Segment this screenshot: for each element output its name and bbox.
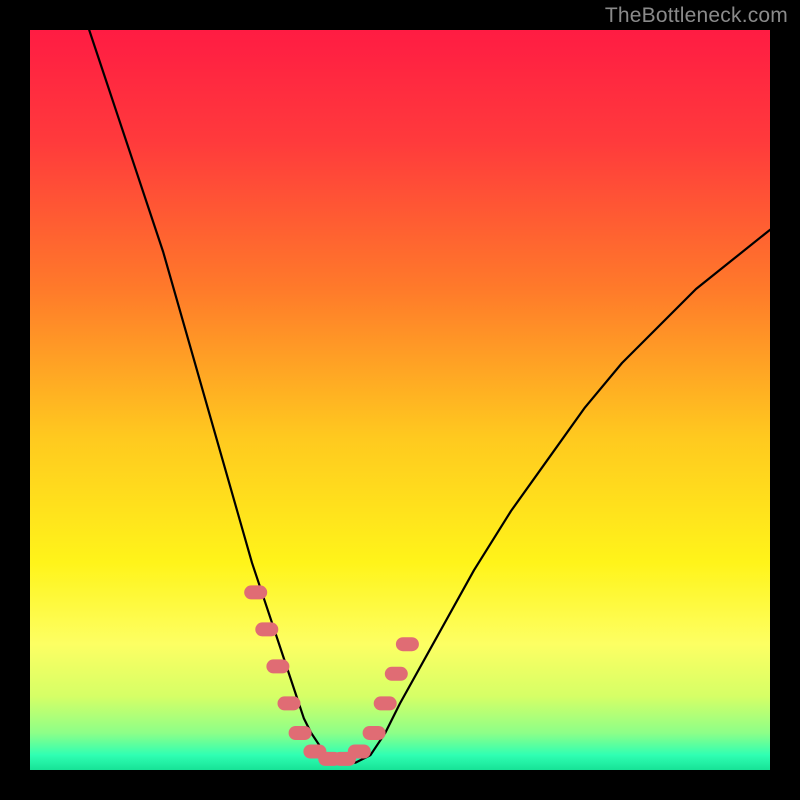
attribution-label: TheBottleneck.com (605, 4, 788, 28)
plot-area (30, 30, 770, 770)
chart-frame: TheBottleneck.com (0, 0, 800, 800)
gradient-background (30, 30, 770, 770)
